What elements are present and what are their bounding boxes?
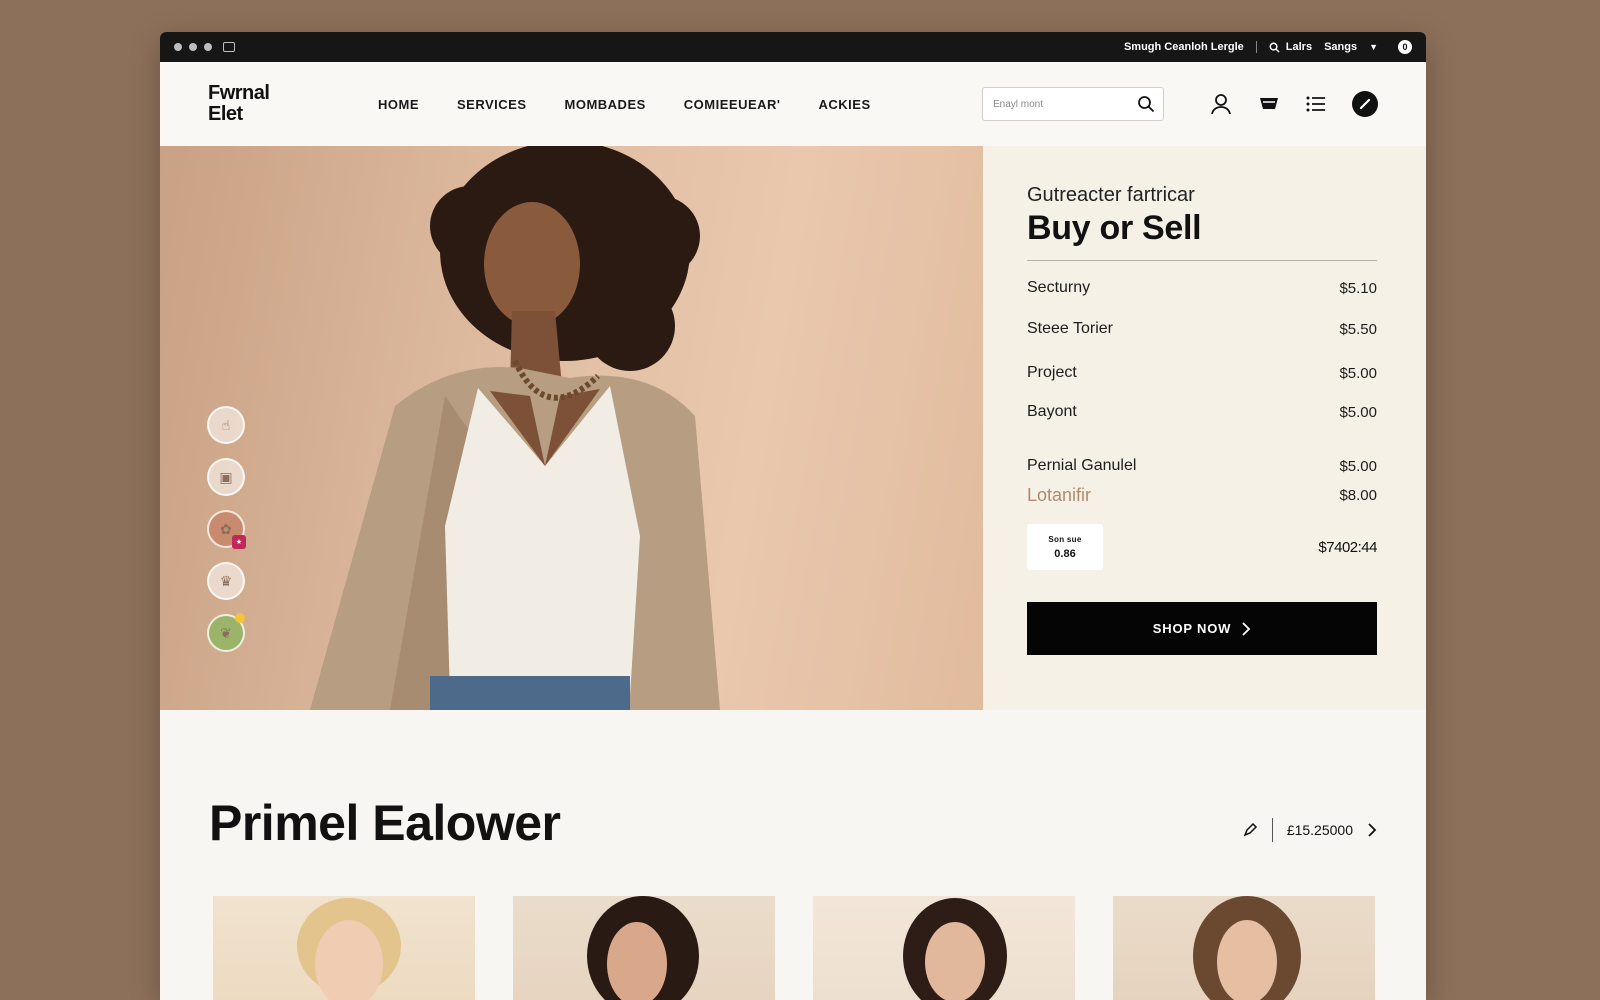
user-icon[interactable] [1210, 93, 1232, 115]
section-controls: £15.25000 [1242, 818, 1377, 842]
logo[interactable]: Fwrnal Elet [208, 83, 328, 125]
header-icons [1210, 91, 1378, 117]
crown-icon[interactable]: ♛ [207, 562, 245, 600]
search-icon [1269, 42, 1280, 53]
row-price: $5.10 [1339, 279, 1377, 297]
row-label: Secturny [1027, 279, 1091, 296]
price-row[interactable]: Bayont $5.00 [1027, 403, 1377, 421]
featured-section: Primel Ealower £15.25000 [160, 710, 1426, 1000]
site-header: Fwrnal Elet HOME SERVICES MOMBADES COMIE… [160, 62, 1426, 146]
product-card[interactable] [213, 896, 475, 1000]
row-label: Lotanifir [1027, 485, 1092, 505]
tab-icon[interactable] [223, 42, 235, 52]
model-illustration [310, 146, 720, 710]
product-photo [903, 898, 1007, 1000]
chevron-right-icon [1242, 621, 1251, 636]
shop-now-button[interactable]: SHOP NOW [1027, 602, 1377, 655]
row-label: Steee Torier [1027, 320, 1113, 337]
row-label: Project [1027, 364, 1077, 381]
search-box [982, 87, 1164, 121]
chevron-right-icon[interactable] [1367, 823, 1377, 837]
logo-line2: Elet [208, 103, 243, 125]
panel-divider [1027, 260, 1377, 261]
close-dot[interactable] [174, 43, 182, 51]
chevron-down-icon[interactable]: ▼ [1369, 42, 1378, 52]
product-photo [587, 896, 699, 1000]
panel-subtitle: Gutreacter fartricar [1027, 184, 1195, 206]
window-controls [174, 42, 235, 52]
cart-icon[interactable] [1258, 95, 1280, 113]
hero-image: ☝ ▣ ✿ ★ ♛ ❦ [160, 146, 983, 710]
hand-icon[interactable]: ☝ [207, 406, 245, 444]
salad-icon[interactable]: ❦ [207, 613, 245, 652]
shop-now-label: SHOP NOW [1152, 621, 1232, 636]
price-row[interactable]: Project $5.00 [1027, 364, 1377, 382]
nav-item-home[interactable]: HOME [378, 97, 419, 112]
panel-title: Buy or Sell [1027, 209, 1202, 247]
tag-icon[interactable] [1242, 822, 1258, 838]
price-row[interactable]: Lotanifir $8.00 [1027, 485, 1377, 506]
price-row[interactable]: Secturny $5.10 [1027, 279, 1377, 297]
minimize-dot[interactable] [189, 43, 197, 51]
row-price: $5.00 [1339, 403, 1377, 421]
account-label: Lalrs [1285, 41, 1313, 53]
price-row[interactable]: Steee Torier $5.50 [1027, 320, 1377, 338]
total-price: $7402:44 [1318, 538, 1377, 556]
price-filter[interactable]: £15.25000 [1287, 822, 1353, 838]
row-price: $8.00 [1339, 487, 1377, 504]
nav-item-ackies[interactable]: ACKIES [819, 97, 871, 112]
divider [1271, 818, 1273, 842]
hero-section: ☝ ▣ ✿ ★ ♛ ❦ Gutreacter fartricar Buy or S… [160, 146, 1426, 710]
product-card[interactable] [813, 896, 1075, 1000]
product-card[interactable] [1113, 896, 1375, 1000]
list-icon[interactable] [1306, 96, 1326, 112]
main-nav: HOME SERVICES MOMBADES COMIEEUEAR' ACKIE… [378, 97, 871, 112]
row-price: $5.00 [1339, 364, 1377, 382]
quantity-row: Son sue 0.86 $7402:44 [1027, 524, 1377, 570]
side-icon-rail: ☝ ▣ ✿ ★ ♛ ❦ [207, 406, 246, 652]
price-row[interactable]: Pernial Ganulel $5.00 [1027, 457, 1377, 475]
row-price: $5.00 [1339, 457, 1377, 475]
nav-item-comieeuear[interactable]: COMIEEUEAR' [684, 97, 781, 112]
bag-icon[interactable]: ▣ [207, 458, 245, 496]
nav-item-services[interactable]: SERVICES [457, 97, 527, 112]
titlebar-account[interactable]: Lalrs [1269, 41, 1312, 53]
divider [1255, 41, 1257, 53]
row-label: Pernial Ganulel [1027, 457, 1137, 474]
food-icon[interactable]: ✿ ★ [207, 510, 246, 549]
browser-window: Smugh Ceanloh Lergle Lalrs Sangs ▼ 0 Fwr… [160, 32, 1426, 1000]
quantity-label: Son sue [1048, 534, 1082, 544]
settings-label[interactable]: Sangs [1324, 41, 1357, 53]
new-badge-icon: ★ [232, 535, 246, 549]
notification-dot-icon [235, 613, 245, 623]
nav-item-mombades[interactable]: MOMBADES [565, 97, 646, 112]
titlebar-link[interactable]: Smugh Ceanloh Lergle [1124, 41, 1244, 53]
section-title: Primel Ealower [209, 795, 561, 851]
row-label: Bayont [1027, 403, 1077, 420]
quantity-value: 0.86 [1054, 547, 1076, 560]
quantity-box[interactable]: Son sue 0.86 [1027, 524, 1103, 570]
product-cards [213, 896, 1375, 1000]
search-icon[interactable] [1137, 95, 1155, 113]
buy-sell-panel: Gutreacter fartricar Buy or Sell Secturn… [983, 146, 1426, 710]
row-price: $5.50 [1339, 320, 1377, 338]
profile-icon[interactable]: 0 [1398, 40, 1412, 54]
product-photo [297, 898, 401, 1000]
logo-line1: Fwrnal [208, 82, 270, 104]
edit-icon[interactable] [1352, 91, 1378, 117]
product-photo [1193, 896, 1301, 1000]
title-bar: Smugh Ceanloh Lergle Lalrs Sangs ▼ 0 [160, 32, 1426, 62]
search-input[interactable] [993, 98, 1137, 110]
titlebar-right: Smugh Ceanloh Lergle Lalrs Sangs ▼ 0 [1124, 40, 1412, 54]
product-card[interactable] [513, 896, 775, 1000]
maximize-dot[interactable] [204, 43, 212, 51]
